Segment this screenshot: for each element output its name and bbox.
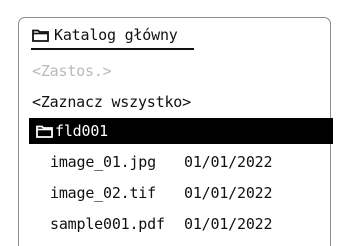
page-title: Katalog główny [54, 26, 178, 44]
file-name: sample001.pdf [50, 215, 165, 233]
folder-name: fld001 [55, 122, 108, 140]
file-date: 01/01/2022 [184, 153, 273, 171]
apply-button[interactable]: <Zastos.> [32, 60, 112, 82]
folder-icon [36, 124, 53, 138]
file-name: image_01.jpg [50, 153, 156, 171]
select-all-button[interactable]: <Zaznacz wszystko> [32, 91, 191, 113]
file-date: 01/01/2022 [184, 184, 273, 202]
folder-item[interactable]: fld001 [29, 118, 333, 144]
file-date: 01/01/2022 [184, 215, 273, 233]
file-browser-screen: Katalog główny <Zastos.> <Zaznacz wszyst… [0, 0, 347, 246]
file-name: image_02.tif [50, 184, 156, 202]
folder-icon [32, 28, 49, 42]
header: Katalog główny [32, 24, 178, 46]
title-underline [31, 48, 194, 50]
